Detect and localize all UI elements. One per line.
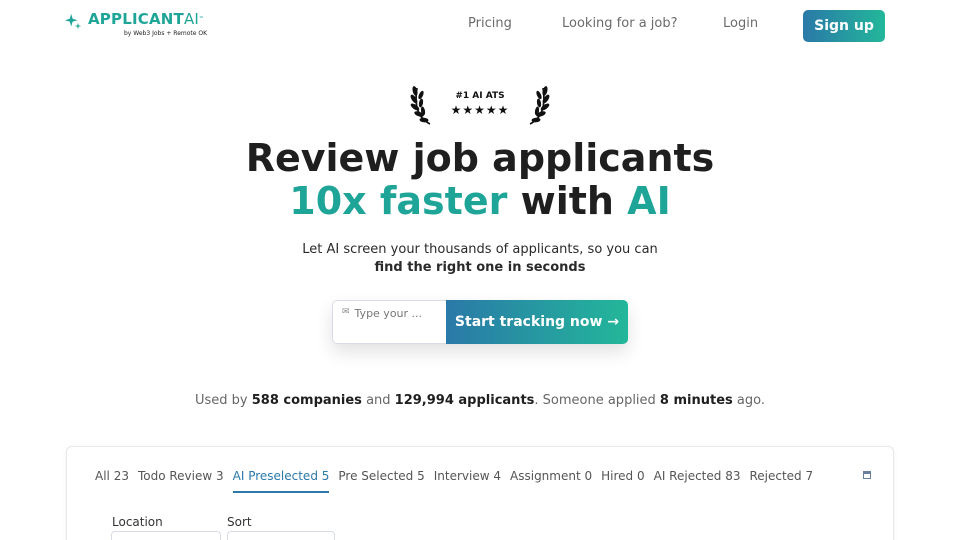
stats-text-2: and [361, 393, 395, 408]
signup-button[interactable]: Sign up [803, 10, 885, 42]
nav-looking-for-job-link[interactable]: Looking for a job? [562, 16, 678, 31]
status-tabs: All 23 Todo Review 3 AI Preselected 5 Pr… [95, 469, 813, 493]
tab-todo-review[interactable]: Todo Review 3 [138, 469, 224, 493]
logo[interactable]: APPLICANTAI™ by Web3 Jobs + Remote OK [64, 11, 207, 37]
hero-title-line1: Review job applicants [245, 136, 715, 180]
laurel-right-icon [529, 86, 550, 125]
stats-time: 8 minutes [659, 393, 733, 408]
stats-companies: 588 companies [251, 393, 362, 408]
brand-name: APPLICANTAI™ [88, 11, 207, 28]
brand-suffix: AI [183, 10, 200, 28]
location-label: Location [112, 515, 163, 529]
hero-title-with: with [507, 179, 628, 223]
hero-subtitle-line1: Let AI screen your thousands of applican… [302, 242, 658, 257]
usage-stats: Used by 588 companies and 129,994 applic… [0, 393, 960, 408]
nav-pricing-link[interactable]: Pricing [468, 16, 512, 31]
email-field-placeholder: Type your ... [354, 307, 423, 320]
email-field[interactable]: ✉ Type your ... [332, 300, 446, 344]
brand-trademark: ™ [199, 16, 205, 22]
hero-subtitle-line2: find the right one in seconds [374, 260, 586, 275]
stats-text-4: ago. [732, 393, 765, 408]
tab-ai-preselected[interactable]: AI Preselected 5 [232, 469, 330, 493]
applicants-panel: All 23 Todo Review 3 AI Preselected 5 Pr… [66, 446, 894, 540]
tab-assignment[interactable]: Assignment 0 [510, 469, 592, 493]
hero-subtitle: Let AI screen your thousands of applican… [0, 241, 960, 277]
tab-interview[interactable]: Interview 4 [434, 469, 501, 493]
tab-all[interactable]: All 23 [95, 469, 129, 493]
hero-title-accent: 10x faster [289, 179, 508, 223]
sort-label: Sort [227, 515, 252, 529]
tab-hired[interactable]: Hired 0 [601, 469, 644, 493]
top-header: APPLICANTAI™ by Web3 Jobs + Remote OK Pr… [0, 0, 960, 52]
sort-select[interactable] [227, 531, 335, 540]
stats-text-1: Used by [194, 393, 252, 408]
calendar-icon[interactable] [863, 471, 871, 479]
brand-tagline: by Web3 Jobs + Remote OK [124, 30, 208, 37]
award-badge: #1 AI ATS ★★★★★ [410, 80, 550, 126]
stats-applicants: 129,994 applicants [394, 393, 535, 408]
sparkle-icon [64, 13, 82, 30]
location-select[interactable] [111, 531, 221, 540]
mail-icon: ✉ [342, 307, 350, 317]
brand-text: APPLICANT [88, 10, 184, 28]
stats-text-3: . Someone applied [534, 393, 660, 408]
nav-login-link[interactable]: Login [723, 16, 758, 31]
tab-ai-rejected[interactable]: AI Rejected 83 [654, 469, 741, 493]
signup-form: ✉ Type your ... Start tracking now → [332, 300, 628, 344]
hero-title: Review job applicants 10x faster with AI [0, 137, 960, 223]
tab-rejected[interactable]: Rejected 7 [749, 469, 813, 493]
hero-title-ai: AI [627, 179, 671, 223]
tab-pre-selected[interactable]: Pre Selected 5 [338, 469, 424, 493]
start-tracking-button[interactable]: Start tracking now → [446, 300, 628, 344]
